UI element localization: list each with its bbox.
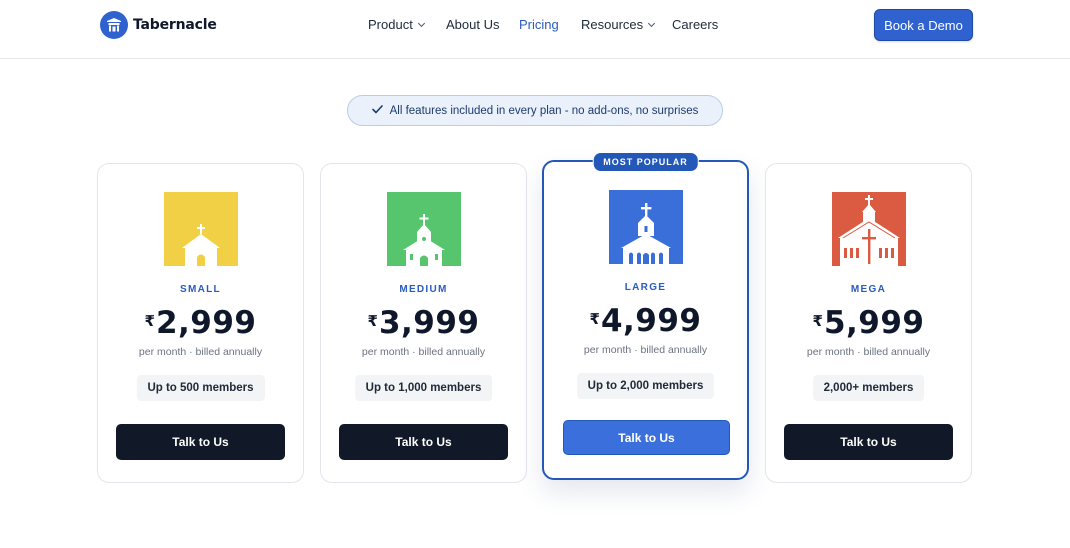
nav-item-product[interactable]: Product <box>368 17 425 32</box>
banner-text: All features included in every plan - no… <box>389 104 699 117</box>
features-banner: All features included in every plan - no… <box>347 95 723 126</box>
plan-card-small: SMALL ₹2,999 per month · billed annually… <box>97 163 304 483</box>
plan-tier: SMALL <box>180 284 221 295</box>
chevron-down-icon <box>648 19 656 27</box>
plan-card-medium: MEDIUM ₹3,999 per month · billed annuall… <box>320 163 527 483</box>
nav-label: Pricing <box>519 17 559 32</box>
member-limit: 2,000+ members <box>812 375 925 401</box>
brand[interactable]: Tabernacle <box>100 11 217 39</box>
nav-label: Product <box>368 17 413 32</box>
billing-note: per month · billed annually <box>806 346 931 358</box>
plan-card-mega: MEGA ₹5,999 per month · billed annually … <box>765 163 972 483</box>
plan-tier: MEDIUM <box>399 284 448 295</box>
currency-symbol: ₹ <box>812 312 823 330</box>
billing-note: per month · billed annually <box>583 344 708 356</box>
small-church-icon <box>163 192 238 266</box>
most-popular-badge: MOST POPULAR <box>592 152 699 172</box>
plan-price: ₹3,999 <box>321 305 526 341</box>
medium-church-icon <box>386 192 461 266</box>
talk-to-us-button[interactable]: Talk to Us <box>116 424 285 460</box>
plan-price: ₹2,999 <box>98 305 303 341</box>
talk-to-us-button[interactable]: Talk to Us <box>339 424 508 460</box>
check-icon <box>371 104 383 117</box>
nav-label: Resources <box>581 17 644 32</box>
billing-note: per month · billed annually <box>138 346 263 358</box>
book-demo-button[interactable]: Book a Demo <box>874 9 973 41</box>
nav-item-about-us[interactable]: About Us <box>446 17 499 32</box>
currency-symbol: ₹ <box>144 312 155 330</box>
chevron-down-icon <box>417 19 425 27</box>
plan-tier: LARGE <box>624 282 667 293</box>
currency-symbol: ₹ <box>367 312 378 330</box>
nav-label: About Us <box>446 17 500 32</box>
plan-tier: MEGA <box>850 284 887 295</box>
plan-price: ₹4,999 <box>544 303 747 339</box>
price-amount: 2,999 <box>155 305 257 341</box>
talk-to-us-button[interactable]: Talk to Us <box>563 420 730 455</box>
nav-item-resources[interactable]: Resources <box>581 17 656 32</box>
plan-price: ₹5,999 <box>766 305 971 341</box>
tabernacle-logo-icon <box>100 11 128 39</box>
price-amount: 3,999 <box>378 305 480 341</box>
currency-symbol: ₹ <box>589 310 600 328</box>
price-amount: 5,999 <box>823 305 925 341</box>
member-limit: Up to 500 members <box>136 375 265 401</box>
brand-name: Tabernacle <box>133 17 217 33</box>
plan-card-large: MOST POPULAR LARGE ₹4,999 per month · bi… <box>542 152 749 480</box>
large-church-icon <box>608 190 683 264</box>
billing-note: per month · billed annually <box>361 346 486 358</box>
price-amount: 4,999 <box>600 303 702 339</box>
talk-to-us-button[interactable]: Talk to Us <box>784 424 953 460</box>
nav-label: Careers <box>672 17 719 32</box>
nav-item-pricing[interactable]: Pricing <box>519 17 559 32</box>
nav-item-careers[interactable]: Careers <box>672 17 718 32</box>
site-header: Tabernacle Product About Us Pricing Reso… <box>0 0 1070 59</box>
member-limit: Up to 1,000 members <box>354 375 493 401</box>
member-limit: Up to 2,000 members <box>576 373 715 399</box>
mega-church-icon <box>831 192 906 266</box>
